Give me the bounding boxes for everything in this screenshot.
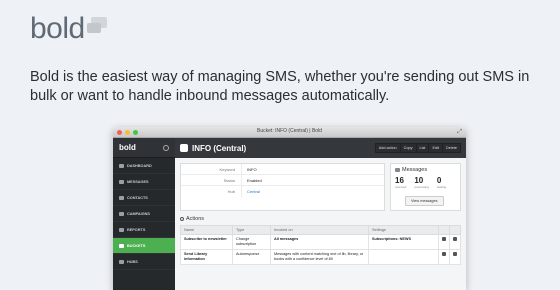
nav-item-dashboard: DASHBOARD: [113, 158, 175, 174]
column-header: Settings: [368, 225, 439, 235]
gear-icon: [453, 237, 457, 241]
action-invoked: All messages: [270, 234, 369, 250]
sidebar: bold DASHBOARD MESSAGES CONTACTS CAMPAIG…: [113, 138, 175, 290]
info-key: Keyword: [219, 166, 235, 172]
column-header: Name: [180, 225, 233, 235]
messages-title: Messages: [402, 167, 428, 173]
bucket-icon: [180, 144, 188, 152]
nav-label: BUCKETS: [127, 243, 146, 248]
stat-processing: 10 processing: [414, 176, 429, 189]
buckets-icon: [119, 243, 124, 248]
action-settings: [368, 249, 439, 265]
bold-logo: bold: [30, 12, 111, 46]
main-panel: INFO (Central) Add action Copy List Edit…: [175, 138, 466, 290]
messages-card: Messages 16 received 10 processing 0 waitin…: [390, 163, 461, 211]
nav-label: REPORTS: [127, 227, 146, 232]
nav-label: MESSAGES: [127, 179, 149, 184]
page-title: INFO (Central): [192, 143, 247, 153]
actions-title: Actions: [186, 216, 205, 222]
view-messages-button: View messages: [405, 196, 444, 206]
info-key: Status: [223, 177, 235, 183]
nav-item-campaigns: CAMPAIGNS: [113, 206, 175, 222]
hub-link: Central: [241, 186, 260, 197]
action-name: Send Library information: [180, 249, 233, 265]
info-value: INFO: [241, 164, 257, 174]
stat-received: 16 received: [395, 176, 407, 189]
messages-icon: [395, 168, 400, 172]
app-brand: bold: [113, 138, 175, 158]
column-header: Invoked on: [270, 225, 369, 235]
window-titlebar: Bucket: INFO (Central) | Bold ⤢: [113, 127, 466, 138]
action-settings: Subscriptions: NEWS: [368, 234, 439, 250]
page-header: INFO (Central) Add action Copy List Edit…: [175, 138, 466, 158]
dashboard-icon: [119, 163, 124, 168]
campaigns-icon: [119, 211, 124, 216]
nav-item-messages: MESSAGES: [113, 174, 175, 190]
contacts-icon: [119, 195, 124, 200]
nav-item-contacts: CONTACTS: [113, 190, 175, 206]
copy-button: Copy: [399, 143, 417, 153]
table-row: Subscribe to newsletter Change subscript…: [180, 234, 461, 250]
app-window-screenshot: Bucket: INFO (Central) | Bold ⤢ bold DAS…: [113, 127, 466, 290]
actions-icon: [180, 217, 184, 221]
hubs-icon: [119, 259, 124, 264]
actions-table: Name Type Invoked on Settings Subscribe …: [180, 225, 461, 265]
chat-bubbles-icon: [86, 17, 111, 37]
gear-icon: [163, 144, 169, 151]
table-row: Send Library information Autoresponse Me…: [180, 249, 461, 265]
add-action-button: Add action: [374, 143, 401, 153]
edit-icon: [442, 252, 446, 256]
action-name: Subscribe to newsletter: [180, 234, 233, 250]
stat-waiting: 0 waiting: [436, 176, 447, 189]
info-key: Hub: [227, 189, 235, 194]
window-title: Bucket: INFO (Central) | Bold: [257, 128, 322, 134]
action-buttons: Add action Copy List Edit Delete: [374, 143, 461, 153]
nav-item-hubs: HUBS: [113, 254, 175, 270]
logo-text: bold: [30, 12, 85, 45]
fullscreen-icon: ⤢: [457, 129, 462, 135]
edit-button: Edit: [428, 143, 444, 153]
action-type: Autoresponse: [232, 249, 271, 265]
nav-label: DASHBOARD: [127, 163, 152, 168]
edit-icon: [442, 237, 446, 241]
reports-icon: [119, 227, 124, 232]
brand-text: bold: [119, 143, 136, 152]
nav-item-reports: REPORTS: [113, 222, 175, 238]
nav-label: CONTACTS: [127, 195, 148, 200]
delete-button: Delete: [442, 143, 461, 153]
action-invoked: Messages with content matching one of li…: [270, 249, 369, 265]
nav-label: CAMPAIGNS: [127, 211, 150, 216]
column-header: Type: [232, 225, 271, 235]
gear-icon: [453, 252, 457, 256]
tagline: Bold is the easiest way of managing SMS,…: [30, 69, 530, 104]
messages-icon: [119, 179, 124, 184]
info-value: Enabled: [241, 175, 262, 185]
list-button: List: [415, 143, 430, 153]
bucket-info-card: Keyword INFO Status Enabled Hub Central: [180, 163, 385, 211]
nav-label: HUBS: [127, 259, 138, 264]
nav-item-buckets: BUCKETS: [113, 238, 175, 254]
action-type: Change subscription: [232, 234, 271, 250]
